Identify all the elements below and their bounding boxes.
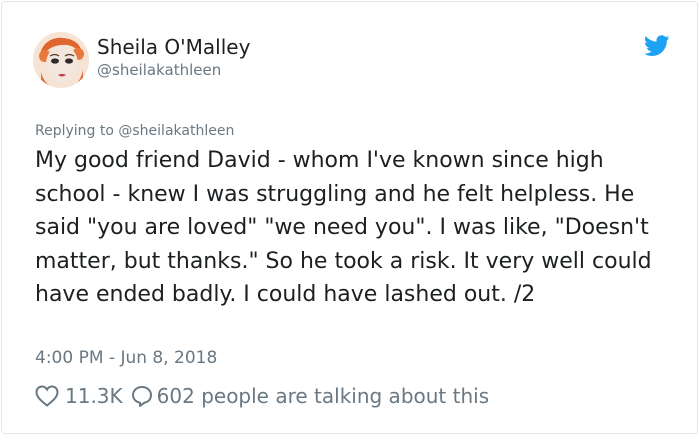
talking-count-text: 602 people are talking about this: [156, 384, 490, 408]
reply-context: Replying to @sheilakathleen: [35, 122, 234, 140]
speech-bubble-icon: [131, 385, 153, 407]
author-display-name[interactable]: Sheila O'Malley: [97, 35, 250, 59]
tweet-timestamp[interactable]: 4:00 PM - Jun 8, 2018: [35, 346, 217, 370]
author-handle[interactable]: @sheilakathleen: [97, 60, 221, 80]
heart-icon: [35, 385, 59, 407]
avatar[interactable]: [33, 32, 89, 88]
tweet-card: Sheila O'Malley @sheilakathleen Replying…: [1, 1, 698, 434]
like-button[interactable]: 11.3K: [35, 384, 131, 408]
avatar-image: [33, 32, 89, 88]
tweet-actions: 11.3K 602 people are talking about this: [35, 382, 489, 410]
twitter-bird-icon[interactable]: [644, 35, 670, 57]
reply-prefix: Replying to: [35, 123, 114, 139]
like-count: 11.3K: [65, 384, 123, 408]
tweet-text: My good friend David - whom I've known s…: [35, 148, 652, 307]
talking-link[interactable]: 602 people are talking about this: [131, 384, 489, 408]
reply-handle-link[interactable]: @sheilakathleen: [118, 123, 234, 139]
